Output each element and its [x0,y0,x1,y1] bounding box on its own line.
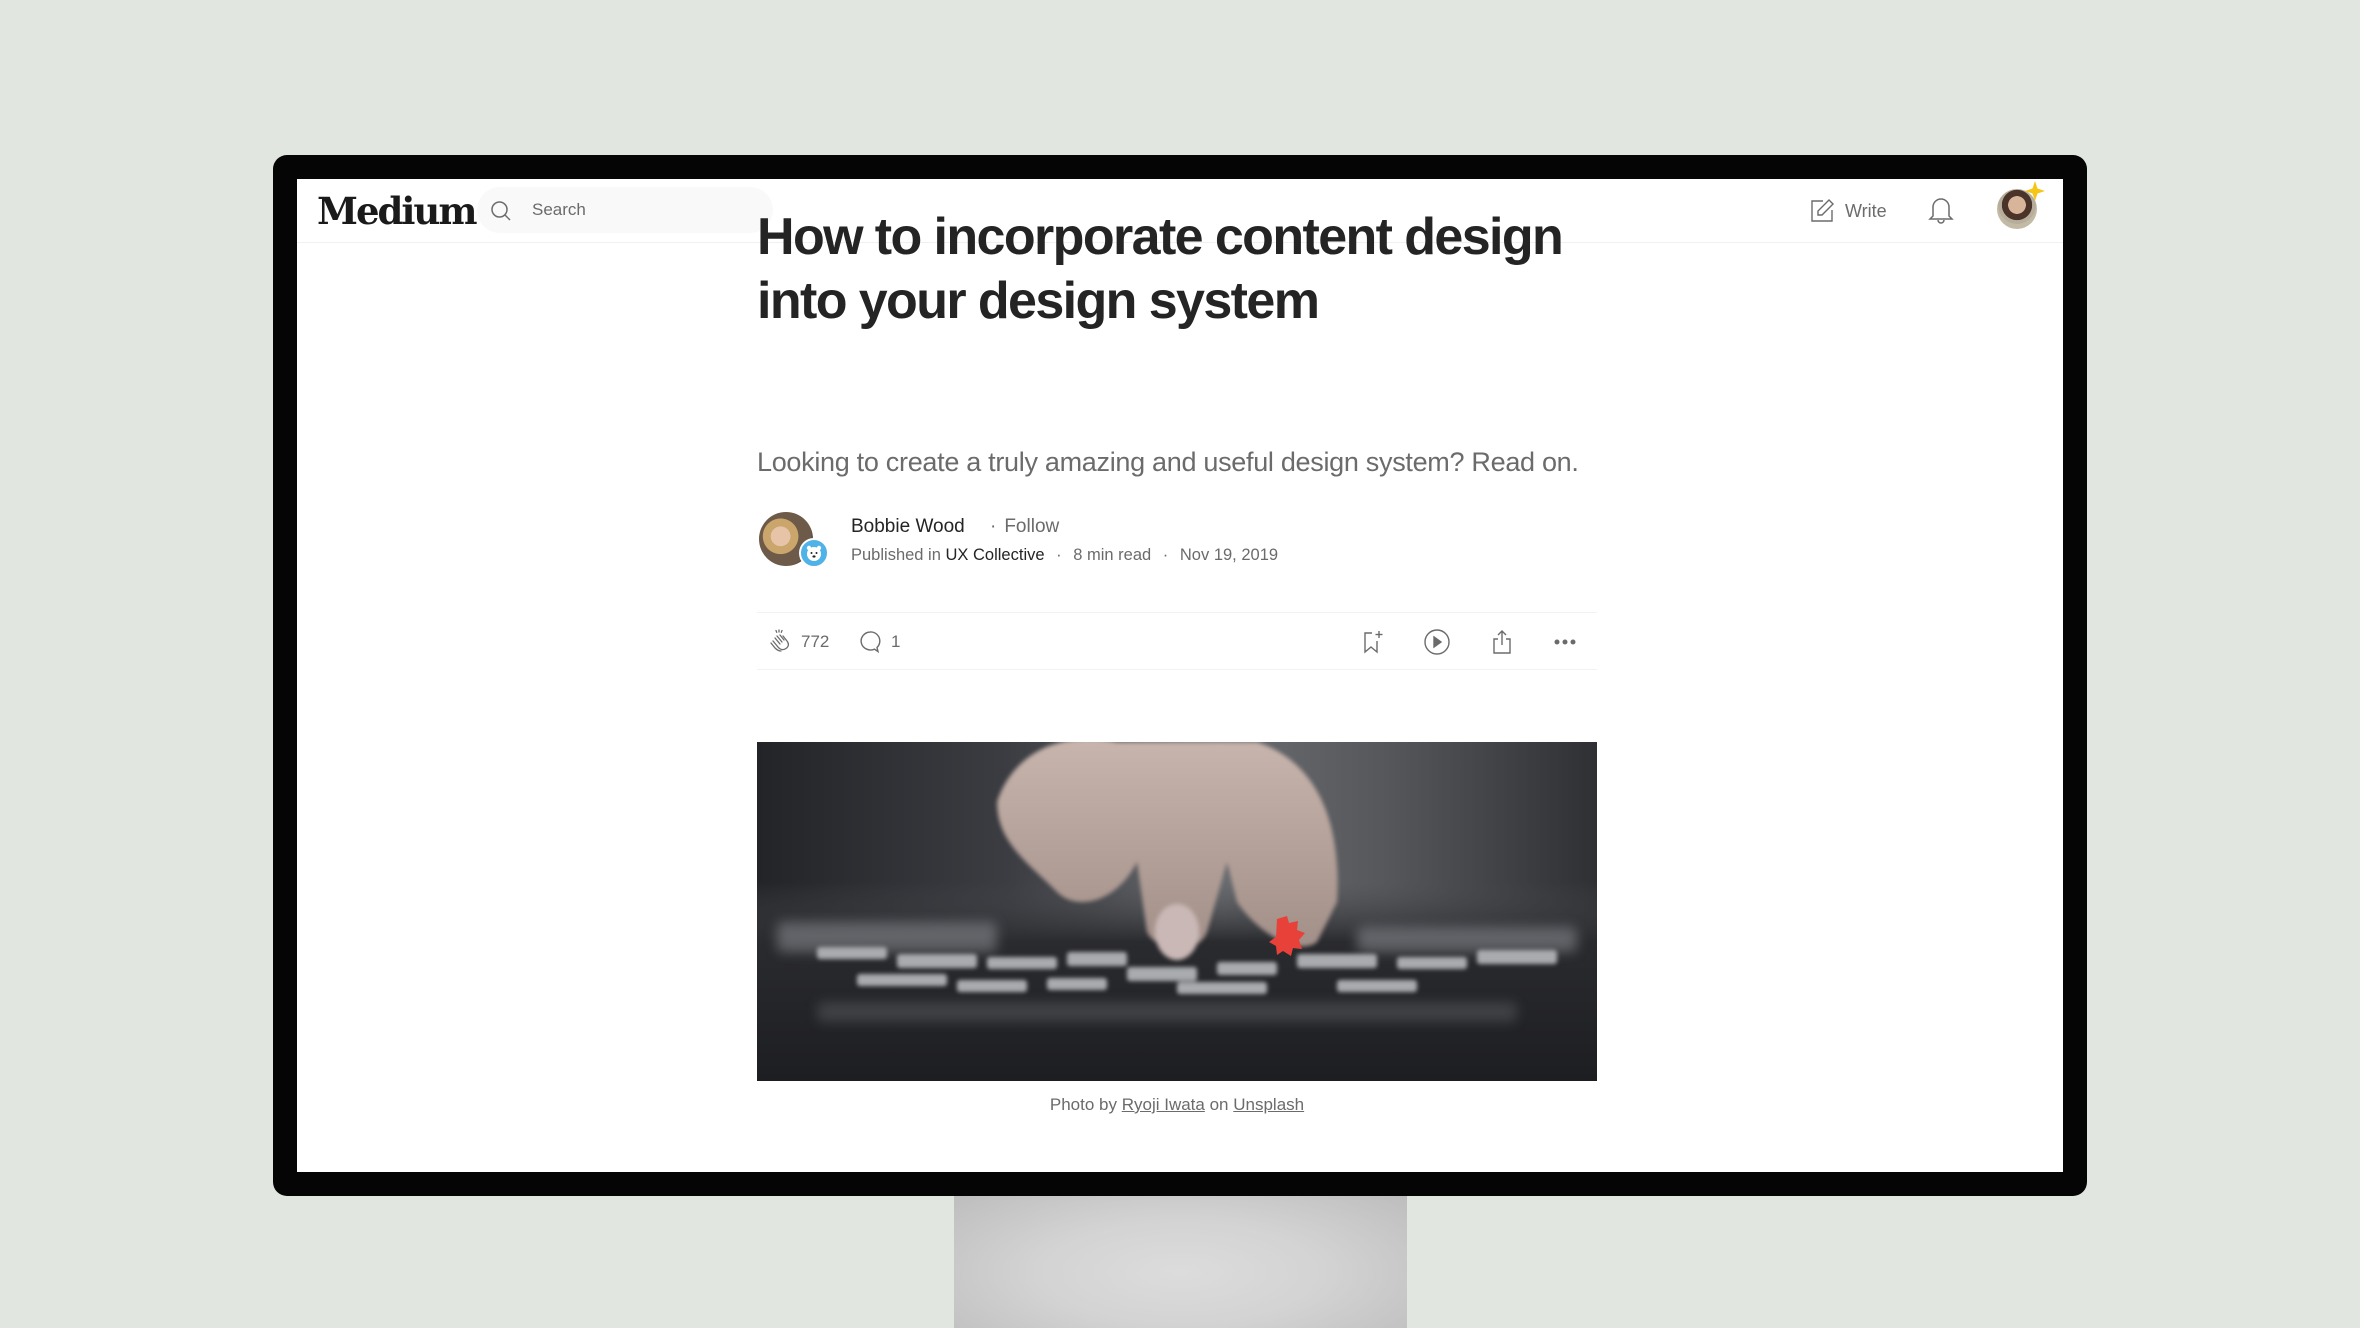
clap-icon [770,629,790,652]
share-button[interactable] [1490,613,1514,671]
author-name[interactable]: Bobbie Wood [851,516,965,538]
caption-mid: on [1209,1095,1229,1114]
search-input[interactable] [532,187,752,233]
comment-button[interactable]: 1 [857,613,900,671]
medium-logo[interactable]: Medium [317,187,477,235]
notifications-button[interactable] [1927,194,1955,229]
comment-icon [860,631,881,654]
search-icon [491,201,511,221]
author-row: Bobbie Wood · Follow Published in UX Coll… [757,510,1597,570]
photographer-link[interactable]: Ryoji Iwata [1122,1095,1205,1114]
search-box[interactable] [477,187,773,233]
write-label: Write [1845,200,1887,221]
bookmark-add-icon [1364,631,1383,654]
publish-date: Nov 19, 2019 [1179,546,1279,564]
bookmark-button[interactable] [1360,613,1386,671]
publication-link[interactable]: UX Collective [946,546,1045,564]
write-button[interactable]: Write [1809,194,1887,228]
follow-label: Follow [1004,516,1060,537]
action-bar: 772 1 [757,612,1597,670]
monitor-stand [954,1190,1407,1328]
caption-prefix: Photo by [1049,1095,1117,1114]
follow-button[interactable]: · Follow [990,516,1059,538]
article-meta: Published in UX Collective · 8 min read … [851,546,1278,565]
source-link[interactable]: Unsplash [1233,1095,1304,1114]
article-title: How to incorporate content design into y… [757,208,1564,330]
image-caption: Photo by Ryoji Iwata on Unsplash [757,1095,1597,1115]
polar-bear-icon [806,545,822,561]
user-avatar-button[interactable] [1997,181,2045,229]
article-hero-image [757,742,1597,1081]
more-options-button[interactable] [1553,613,1577,671]
bell-icon [1928,198,1954,224]
clap-button[interactable]: 772 [767,613,829,671]
separator-dot: · [1056,546,1062,564]
clap-count: 772 [801,632,830,651]
separator-dot: · [990,516,997,537]
separator-dot: · [1162,546,1169,564]
published-in-label: Published in [851,546,941,564]
more-icon [1554,639,1576,645]
browser-screen: Medium Write How to incorporat [297,179,2063,1172]
play-icon [1424,629,1450,655]
publication-avatar[interactable] [799,538,829,568]
write-icon [1811,199,1834,222]
puzzle-photo [757,742,1597,1081]
comment-count: 1 [891,632,901,651]
sparkle-icon [2025,181,2045,201]
share-icon [1493,630,1511,654]
article-subtitle: Looking to create a truly amazing and us… [757,447,1579,477]
read-time: 8 min read [1073,546,1152,564]
listen-button[interactable] [1423,613,1451,671]
